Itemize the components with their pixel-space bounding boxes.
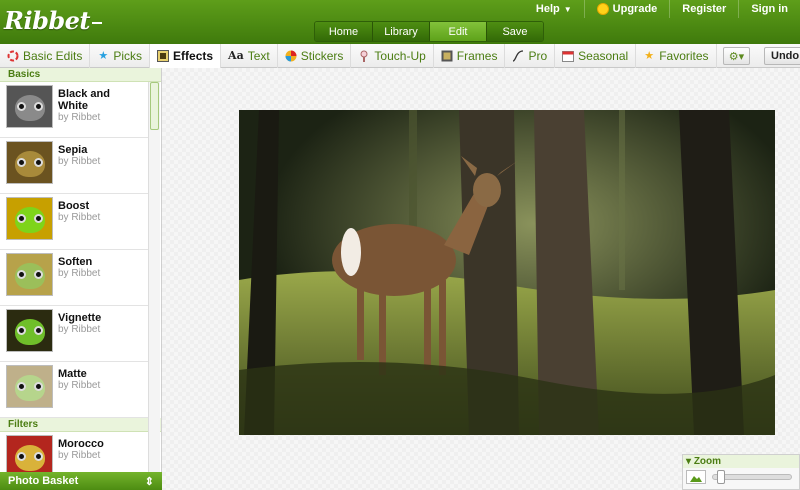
tool-label: Favorites	[659, 48, 709, 63]
zoom-header[interactable]: ▾ Zoom	[683, 455, 799, 468]
tool-pro[interactable]: Pro	[505, 43, 556, 68]
deer-photo-image	[239, 110, 775, 435]
effects-list: Basics Black and White by Ribbet Sepia b…	[0, 68, 161, 488]
ribbet-logo[interactable]: Ribbet	[4, 6, 102, 35]
effect-name: Sepia	[58, 144, 88, 156]
effect-name: Vignette	[58, 312, 102, 324]
effect-author: by Ribbet	[58, 380, 101, 391]
chevron-down-icon: ▼	[563, 4, 572, 14]
tool-favorites[interactable]: ★ Favorites	[636, 43, 717, 68]
sign-in-label: Sign in	[751, 3, 788, 15]
scrollbar-thumb[interactable]	[150, 82, 159, 130]
zoom-slider-handle[interactable]	[716, 470, 725, 484]
tool-frames[interactable]: Frames	[434, 43, 506, 68]
effect-author: by Ribbet	[58, 324, 101, 335]
main-tabs: Home Library Edit Save	[314, 21, 544, 42]
settings-gear-button[interactable]: ⚙▾	[723, 47, 750, 65]
ring-icon	[7, 50, 19, 62]
expand-arrows-icon: ⇕	[144, 476, 154, 488]
calendar-icon	[562, 50, 575, 62]
zoom-panel: ▾ Zoom	[682, 454, 800, 490]
tool-label: Frames	[456, 48, 498, 63]
star-icon: ★	[98, 49, 109, 62]
help-menu[interactable]: Help ▼	[524, 0, 584, 18]
brush-icon	[358, 50, 370, 62]
effect-item[interactable]: Vignette by Ribbet	[0, 306, 148, 362]
sidebar-scrollbar[interactable]: ▼	[148, 82, 160, 486]
effect-name: Boost	[58, 200, 90, 212]
tool-seasonal[interactable]: Seasonal	[555, 43, 637, 68]
top-nav: Help ▼ Upgrade Register Sign in	[524, 0, 800, 18]
photo-basket-label: Photo Basket	[8, 475, 79, 487]
effect-thumbnail	[6, 197, 53, 240]
effects-icon	[157, 49, 170, 62]
help-label: Help	[535, 3, 560, 15]
effect-name: Black and White	[58, 88, 110, 112]
upgrade-label: Upgrade	[612, 3, 658, 15]
zoom-label: Zoom	[693, 456, 722, 467]
photo-basket-toggle[interactable]: Photo Basket ⇕	[0, 472, 162, 490]
tool-stickers[interactable]: Stickers	[278, 43, 352, 68]
effect-name: Soften	[58, 256, 93, 268]
zoom-fit-button[interactable]	[686, 470, 706, 484]
effect-thumbnail	[6, 85, 53, 128]
star-icon: ★	[644, 49, 655, 62]
effect-author: by Ribbet	[58, 112, 101, 123]
effect-thumbnail	[6, 309, 53, 352]
tool-label: Picks	[113, 48, 143, 63]
tool-label: Stickers	[300, 48, 344, 63]
tool-label: Text	[247, 48, 270, 63]
app-header: Ribbet Help ▼ Upgrade Register Sign in Ho…	[0, 0, 800, 44]
tab-library[interactable]: Library	[372, 22, 429, 41]
effect-item[interactable]: Soften by Ribbet	[0, 250, 148, 306]
register-label: Register	[682, 3, 727, 15]
tab-edit[interactable]: Edit	[429, 22, 486, 41]
effect-author: by Ribbet	[58, 156, 101, 167]
tool-touch-up[interactable]: Touch-Up	[351, 43, 434, 68]
section-header: Filters	[0, 418, 161, 432]
effect-name: Morocco	[58, 438, 104, 450]
tool-picks[interactable]: ★ Picks	[90, 43, 151, 68]
sign-in-link[interactable]: Sign in	[738, 0, 800, 18]
effect-item[interactable]: Sepia by Ribbet	[0, 138, 148, 194]
effect-thumbnail	[6, 365, 53, 408]
register-link[interactable]: Register	[669, 0, 738, 18]
gear-icon: ⚙▾	[728, 50, 745, 63]
text-icon: Aa	[228, 48, 244, 62]
zoom-slider[interactable]	[712, 470, 792, 484]
section-header: Basics	[0, 68, 161, 82]
effect-item[interactable]: Matte by Ribbet	[0, 362, 148, 418]
effect-name: Matte	[58, 368, 87, 380]
ball-icon	[285, 50, 297, 62]
tab-save[interactable]: Save	[486, 22, 543, 41]
upgrade-link[interactable]: Upgrade	[583, 0, 670, 18]
effect-item[interactable]: Boost by Ribbet	[0, 194, 148, 250]
tool-label: Basic Edits	[23, 48, 83, 63]
frame-icon	[441, 50, 453, 62]
mountain-icon	[690, 475, 702, 482]
tool-label: Touch-Up	[374, 48, 426, 63]
tool-text[interactable]: Aa Text	[221, 43, 278, 68]
effect-author: by Ribbet	[58, 268, 101, 279]
photo-preview[interactable]	[239, 110, 775, 435]
effect-thumbnail	[6, 253, 53, 296]
logo-text: Ribbet	[4, 6, 90, 35]
effects-sidebar: Basics Black and White by Ribbet Sepia b…	[0, 68, 162, 490]
tool-effects[interactable]: Effects	[150, 43, 222, 68]
effect-author: by Ribbet	[58, 212, 101, 223]
tool-label: Pro	[528, 48, 548, 63]
effect-item[interactable]: Black and White by Ribbet	[0, 82, 148, 138]
tool-label: Seasonal	[578, 48, 629, 63]
tab-home[interactable]: Home	[315, 22, 372, 41]
tool-basic-edits[interactable]: Basic Edits	[0, 43, 91, 68]
curve-icon	[512, 49, 524, 62]
effect-thumbnail	[6, 141, 53, 184]
edit-toolbar: Basic Edits ★ Picks Effects Aa Text Stic…	[0, 43, 800, 68]
undo-button[interactable]: Undo	[764, 47, 800, 65]
sun-icon	[596, 3, 609, 15]
effect-author: by Ribbet	[58, 450, 101, 461]
tool-label: Effects	[173, 48, 214, 63]
